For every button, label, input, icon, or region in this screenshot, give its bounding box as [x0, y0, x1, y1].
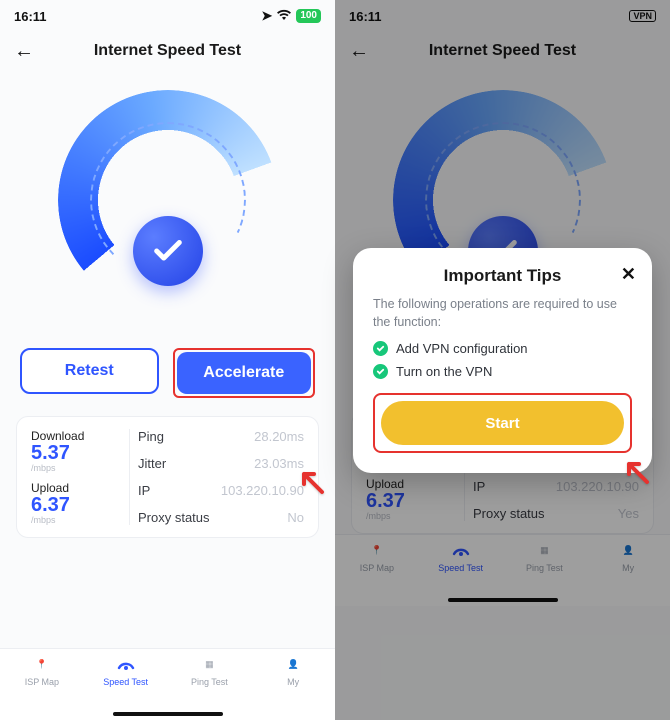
modal-title: Important Tips [444, 266, 562, 285]
status-time: 16:11 [14, 9, 47, 24]
proxy-value: No [287, 510, 304, 525]
start-button[interactable]: Start [381, 401, 624, 445]
upload-unit: /mbps [366, 511, 456, 521]
gauge-icon [450, 539, 472, 561]
tab-bar: 📍ISP Map Speed Test ▦Ping Test 👤My [335, 534, 670, 606]
accelerate-button[interactable]: Accelerate [177, 352, 312, 394]
back-icon[interactable]: ← [349, 40, 369, 63]
tab-my[interactable]: 👤My [586, 539, 670, 606]
jitter-label: Jitter [138, 456, 166, 471]
page-title: Internet Speed Test [94, 42, 241, 60]
download-label: Download [31, 429, 121, 443]
highlight-accelerate: Accelerate [173, 348, 316, 398]
upload-label: Upload [31, 481, 121, 495]
ping-label: Ping [138, 429, 164, 444]
upload-value: 6.37 [31, 495, 121, 515]
ip-value: 103.220.10.90 [221, 483, 304, 498]
gauge-icon [115, 653, 137, 675]
speed-gauge [0, 70, 335, 330]
upload-value: 6.37 [366, 491, 456, 511]
annotation-arrow-icon [621, 456, 651, 491]
proxy-value: Yes [618, 506, 639, 521]
screenshot-left: 16:11 ➤ 100 ← Internet Speed Test [0, 0, 335, 720]
tab-isp-map[interactable]: 📍ISP Map [335, 539, 419, 606]
proxy-label: Proxy status [138, 510, 210, 525]
modal-step-2: Turn on the VPN [373, 364, 632, 379]
page-header: ← Internet Speed Test [335, 32, 670, 70]
tab-speed-test[interactable]: Speed Test [84, 653, 168, 720]
tab-my[interactable]: 👤My [251, 653, 335, 720]
download-unit: /mbps [31, 463, 121, 473]
check-icon [373, 364, 388, 379]
upload-block: Upload 6.37 /mbps [366, 477, 456, 521]
ip-label: IP [138, 483, 150, 498]
tab-ping-test[interactable]: ▦Ping Test [168, 653, 252, 720]
stats-card: Download 5.37 /mbps Upload 6.37 /mbps Pi… [16, 416, 319, 538]
close-icon[interactable]: ✕ [621, 264, 636, 285]
home-indicator [113, 712, 223, 716]
status-time: 16:11 [349, 9, 382, 24]
page-title: Internet Speed Test [429, 42, 576, 60]
screenshot-right: 16:11 VPN ← Internet Speed Test [335, 0, 670, 720]
retest-button[interactable]: Retest [20, 348, 159, 394]
upload-label: Upload [366, 477, 456, 491]
tab-bar: 📍ISP Map Speed Test ▦Ping Test 👤My [0, 648, 335, 720]
page-header: ← Internet Speed Test [0, 32, 335, 70]
grid-icon: ▦ [198, 653, 220, 675]
ping-value: 28.20ms [254, 429, 304, 444]
map-pin-icon: 📍 [366, 539, 388, 561]
tab-ping-test[interactable]: ▦Ping Test [503, 539, 587, 606]
home-indicator [448, 598, 558, 602]
wifi-icon [276, 9, 292, 24]
download-value: 5.37 [31, 443, 121, 463]
status-bar: 16:11 VPN [335, 0, 670, 32]
tab-speed-test[interactable]: Speed Test [419, 539, 503, 606]
important-tips-modal: Important Tips ✕ The following operation… [353, 248, 652, 473]
battery-badge: 100 [296, 9, 321, 23]
status-bar: 16:11 ➤ 100 [0, 0, 335, 32]
gauge-check-icon [133, 216, 203, 286]
download-block: Download 5.37 /mbps [31, 429, 121, 473]
person-icon: 👤 [282, 653, 304, 675]
modal-subtitle: The following operations are required to… [373, 296, 632, 331]
upload-block: Upload 6.37 /mbps [31, 481, 121, 525]
map-pin-icon: 📍 [31, 653, 53, 675]
vpn-badge: VPN [629, 10, 656, 22]
tab-isp-map[interactable]: 📍ISP Map [0, 653, 84, 720]
proxy-label: Proxy status [473, 506, 545, 521]
person-icon: 👤 [617, 539, 639, 561]
ip-label: IP [473, 479, 485, 494]
back-icon[interactable]: ← [14, 40, 34, 63]
modal-step-1: Add VPN configuration [373, 341, 632, 356]
location-icon: ➤ [261, 8, 272, 24]
upload-unit: /mbps [31, 515, 121, 525]
highlight-start: Start [373, 393, 632, 453]
check-icon [373, 341, 388, 356]
annotation-arrow-icon [296, 466, 326, 501]
grid-icon: ▦ [533, 539, 555, 561]
